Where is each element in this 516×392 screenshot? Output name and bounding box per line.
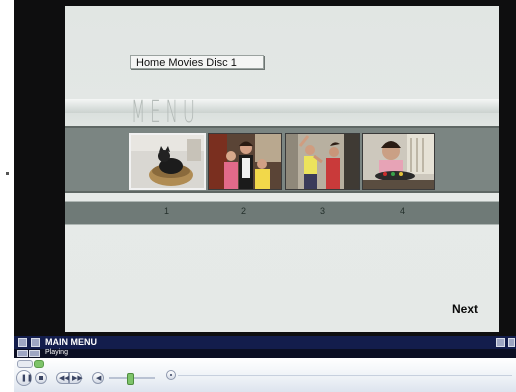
- pause-button[interactable]: ❚❚: [16, 370, 33, 386]
- chapter-number-band: [65, 201, 499, 225]
- volume-slider[interactable]: [127, 373, 134, 385]
- chapter-4-label[interactable]: 4: [400, 206, 405, 216]
- player-status-bar: Playing: [14, 349, 516, 358]
- kids-photo: [209, 134, 281, 189]
- next-track-button[interactable]: ▶▶: [69, 372, 83, 384]
- chapter-1-label[interactable]: 1: [164, 206, 169, 216]
- next-button[interactable]: Next: [452, 302, 478, 316]
- restore-icon[interactable]: [31, 338, 40, 347]
- mute-icon: ◀: [96, 374, 102, 382]
- menu-heading: MENU: [131, 95, 200, 130]
- stop-icon: [39, 376, 43, 380]
- visualization-icon[interactable]: [17, 350, 28, 357]
- shuffle-icon[interactable]: [17, 360, 33, 368]
- video-frame: Home Movies Disc 1 MENU 1 2 3 4 Next: [14, 0, 516, 340]
- dvd-menu-screen: Home Movies Disc 1 MENU 1 2 3 4 Next: [65, 6, 499, 332]
- margin-dot: [6, 172, 9, 175]
- resize-icon[interactable]: [508, 338, 515, 347]
- layout-icon[interactable]: [29, 350, 40, 357]
- mute-button[interactable]: ◀: [92, 372, 104, 384]
- stop-button[interactable]: [35, 372, 47, 384]
- cat-photo: [131, 135, 204, 188]
- next-icon: ▶▶: [72, 374, 83, 382]
- chapter-4-thumbnail[interactable]: [362, 133, 435, 190]
- chapter-2-thumbnail[interactable]: [208, 133, 282, 190]
- chapter-3-thumbnail[interactable]: [285, 133, 360, 190]
- repeat-icon[interactable]: [34, 360, 44, 368]
- seek-handle[interactable]: [166, 370, 176, 380]
- chapter-2-label[interactable]: 2: [241, 206, 246, 216]
- seek-track[interactable]: [178, 375, 512, 376]
- fullscreen-icon[interactable]: [496, 338, 505, 347]
- pause-icon: ❚❚: [21, 374, 33, 382]
- disc-title-label: Home Movies Disc 1: [130, 55, 264, 69]
- dancing-photo: [286, 134, 359, 189]
- previous-button[interactable]: ◀◀: [56, 372, 70, 384]
- status-text: Playing: [45, 349, 68, 356]
- player-title: MAIN MENU: [45, 337, 97, 347]
- player-title-bar: MAIN MENU: [14, 336, 516, 349]
- chapter-3-label[interactable]: 3: [320, 206, 325, 216]
- seek-dot-icon: [170, 374, 172, 376]
- playback-controls: ❚❚ ◀◀ ▶▶ ◀: [14, 358, 516, 392]
- menu-toggle-icon[interactable]: [18, 338, 27, 347]
- child-photo: [363, 134, 434, 189]
- chapter-1-thumbnail[interactable]: [129, 133, 206, 190]
